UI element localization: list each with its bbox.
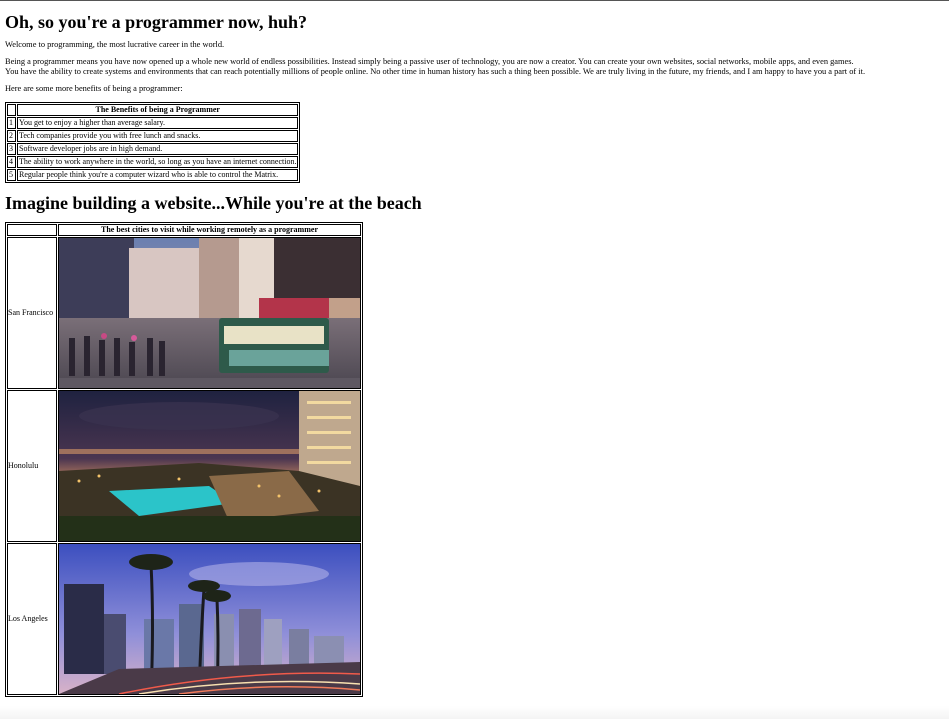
benefit-text: Tech companies provide you with free lun… [17,129,299,142]
benefits-table: The Benefits of being a Programmer 1 You… [5,101,301,183]
benefit-text: Software developer jobs are in high dema… [17,142,299,155]
city-image-cell [58,389,361,542]
benefit-text: Regular people think you're a computer w… [17,168,299,181]
table-row: 1 You get to enjoy a higher than average… [7,116,299,129]
benefit-number: 5 [7,168,16,181]
benefits-header-row: The Benefits of being a Programmer [7,103,299,116]
benefits-header-blank [7,103,16,116]
cities-header-row: The best cities to visit while working r… [7,223,361,236]
table-row: 3 Software developer jobs are in high de… [7,142,299,155]
city-image-cell [58,236,361,389]
description-line-2: You have the ability to create systems a… [5,66,866,76]
cities-header-blank [7,223,57,236]
city-name: Los Angeles [7,542,57,695]
page-title: Oh, so you're a programmer now, huh? [5,12,308,32]
table-row: 4 The ability to work anywhere in the wo… [7,155,299,168]
los-angeles-photo [59,543,360,694]
description-paragraph: Being a programmer means you have now op… [5,57,945,76]
table-row: Honolulu [7,389,361,542]
table-row: San Francisco [7,236,361,389]
city-name: Honolulu [7,389,57,542]
honolulu-photo [59,390,360,541]
city-image-cell [58,542,361,695]
table-row: 2 Tech companies provide you with free l… [7,129,299,142]
intro-text: Welcome to programming, the most lucrati… [5,40,225,49]
more-benefits-text: Here are some more benefits of being a p… [5,84,183,94]
benefits-header: The Benefits of being a Programmer [17,103,299,116]
benefit-text: You get to enjoy a higher than average s… [17,116,299,129]
table-row: Los Angeles [7,542,361,695]
benefit-number: 2 [7,129,16,142]
table-row: 5 Regular people think you're a computer… [7,168,299,181]
beach-heading: Imagine building a website...While you'r… [5,192,422,213]
benefit-number: 3 [7,142,16,155]
city-name: San Francisco [7,236,57,389]
description-line-1: Being a programmer means you have now op… [5,57,854,67]
bottom-shadow [0,706,949,719]
cities-table: The best cities to visit while working r… [5,221,363,697]
cities-header: The best cities to visit while working r… [58,223,361,236]
benefit-text: The ability to work anywhere in the worl… [17,155,299,168]
benefit-number: 1 [7,116,16,129]
benefit-number: 4 [7,155,16,168]
san-francisco-photo [59,237,360,388]
page-content: Oh, so you're a programmer now, huh? Wel… [5,0,945,697]
